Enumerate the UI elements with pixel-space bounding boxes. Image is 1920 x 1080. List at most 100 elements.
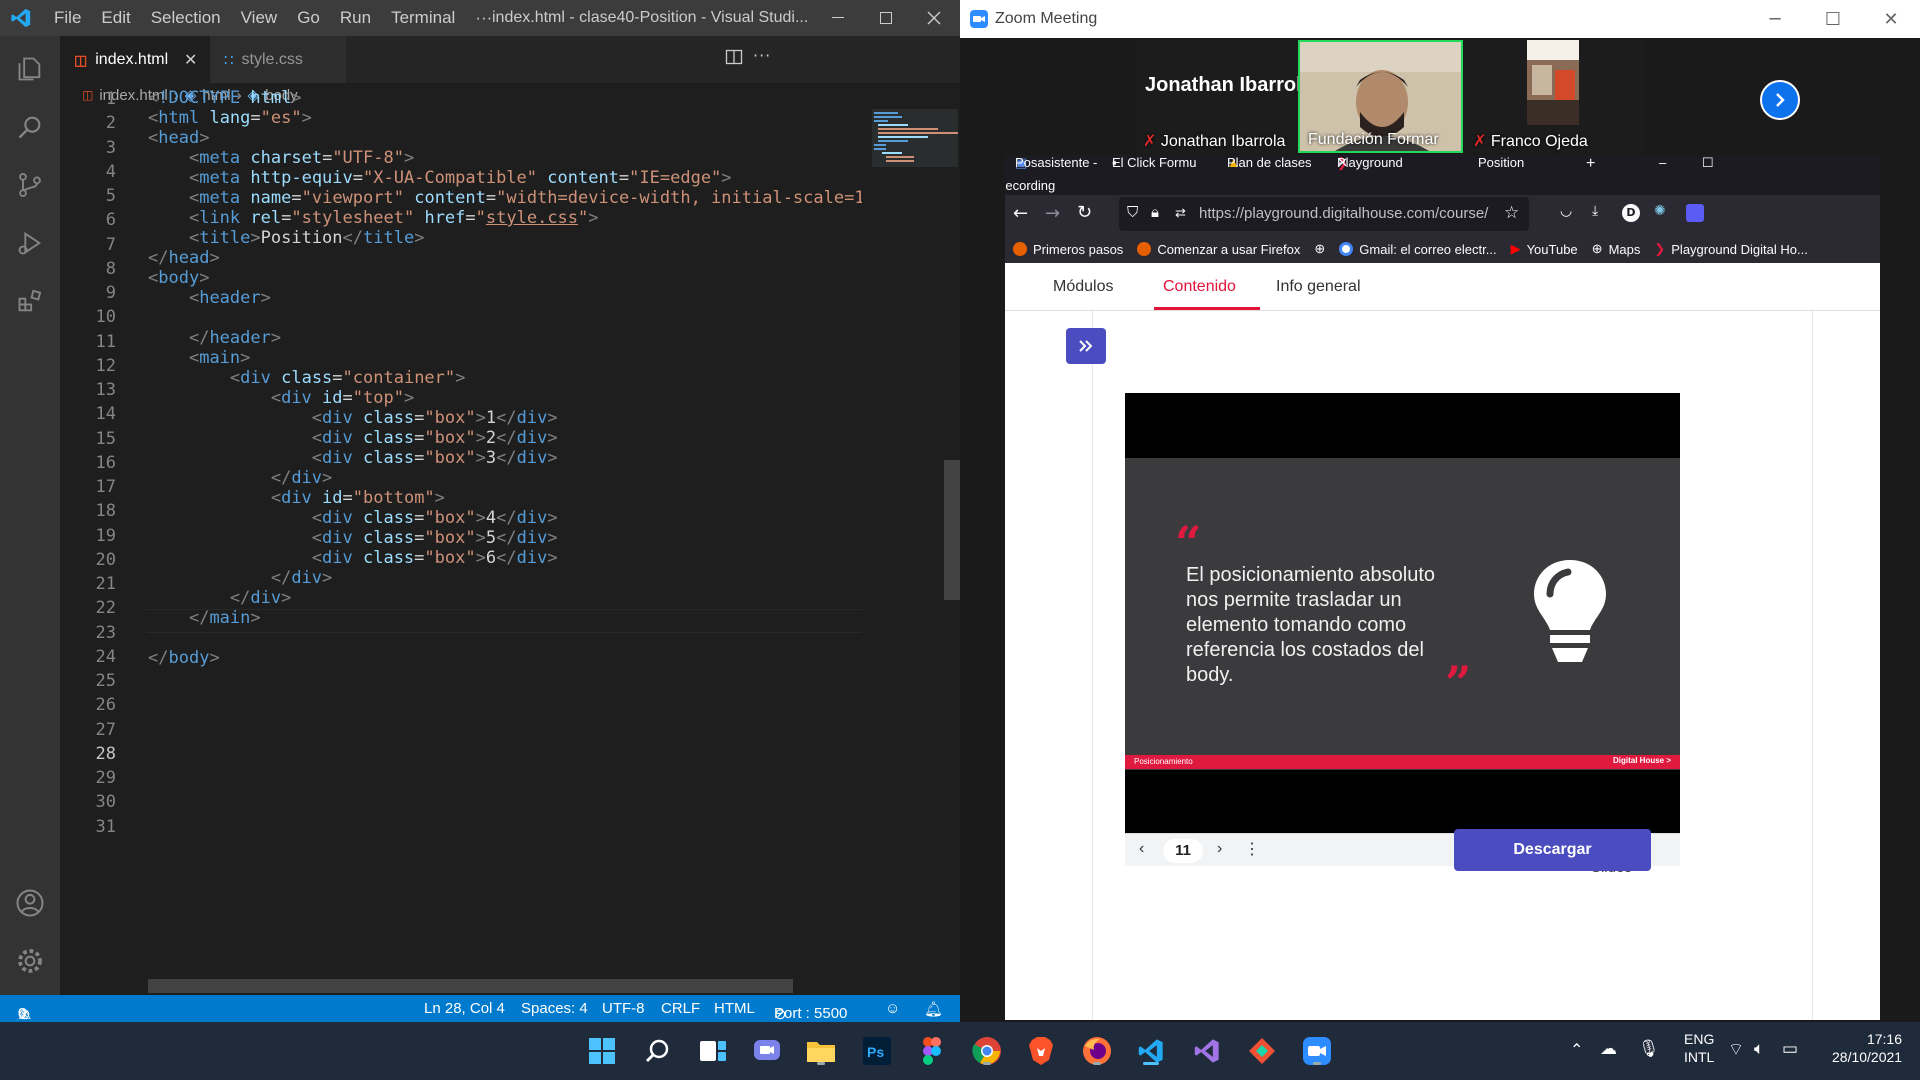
code-lines[interactable]: <!DOCTYPE html> <html lang="es"> <head> … <box>148 88 865 668</box>
zoom-close-button[interactable]: ✕ <box>1862 0 1920 38</box>
new-tab-button[interactable]: + <box>1586 155 1595 173</box>
vertical-scrollbar[interactable] <box>944 460 960 600</box>
url-bar[interactable]: ⛉ 🔒︎ ⇄ https://playground.digitalhouse.c… <box>1119 197 1529 231</box>
menu-selection[interactable]: Selection <box>141 8 231 28</box>
extension-icon[interactable] <box>1686 204 1704 222</box>
wifi-icon[interactable]: ⌔ <box>1728 1039 1744 1060</box>
browser-maximize-icon[interactable]: ☐ <box>1702 155 1714 171</box>
more-actions-icon[interactable]: ··· <box>753 46 771 65</box>
microphone-icon[interactable]: 🎙︎ <box>1638 1039 1660 1059</box>
accounts-icon[interactable] <box>0 874 60 932</box>
figma-icon[interactable] <box>915 1034 949 1068</box>
clock[interactable]: 17:16 28/10/2021 <box>1832 1030 1902 1066</box>
speaker-icon[interactable]: 🔈︎ <box>1754 1039 1764 1059</box>
teams-chat-icon[interactable] <box>750 1034 784 1068</box>
forward-arrow-icon[interactable]: → <box>1045 203 1060 224</box>
zoom-taskbar-icon[interactable] <box>1300 1034 1334 1068</box>
bookmark-item[interactable]: ▶ YouTube <box>1511 241 1578 257</box>
vscode-icon[interactable] <box>1134 1034 1168 1068</box>
show-hidden-icons-icon[interactable]: ⌃ <box>1570 1040 1583 1060</box>
tab-modulos[interactable]: Módulos <box>1053 278 1113 296</box>
download-icon[interactable]: ⤓ <box>1592 203 1598 219</box>
participant-tile[interactable]: Jonathan Ibarrola ✗ Jonathan Ibarrola <box>1135 40 1313 153</box>
participant-tile[interactable]: ✗ Franco Ojeda <box>1465 40 1645 153</box>
task-view-icon[interactable] <box>696 1034 730 1068</box>
bookmark-item[interactable]: Gmail: el correo electr... <box>1339 242 1497 257</box>
bookmark-item[interactable]: Comenzar a usar Firefox <box>1137 242 1300 257</box>
permissions-icon[interactable]: ⇄ <box>1175 205 1186 221</box>
run-debug-icon[interactable] <box>0 214 60 272</box>
gallery-next-button[interactable] <box>1760 80 1800 120</box>
account-avatar[interactable]: D <box>1622 204 1640 222</box>
visual-studio-icon[interactable] <box>1190 1034 1224 1068</box>
next-slide-icon[interactable]: › <box>1217 840 1222 858</box>
bookmark-item[interactable]: ❯ Playground Digital Ho... <box>1654 241 1807 257</box>
onedrive-cloud-icon[interactable]: ☁ <box>1600 1039 1617 1059</box>
chrome-icon[interactable] <box>970 1034 1004 1068</box>
search-icon[interactable] <box>0 98 60 156</box>
tab-style-css[interactable]: ∷ style.css <box>210 36 346 83</box>
back-arrow-icon[interactable]: ← <box>1013 203 1028 224</box>
activity-bar <box>0 36 60 1022</box>
cursor-position[interactable]: Ln 28, Col 4 <box>424 1000 505 1017</box>
language-indicator[interactable]: ENG INTL <box>1684 1030 1714 1066</box>
firefox-icon[interactable] <box>1080 1034 1114 1068</box>
tab-contenido[interactable]: Contenido <box>1163 278 1236 296</box>
minimize-button[interactable] <box>814 0 862 36</box>
photoshop-icon[interactable]: Ps <box>860 1034 894 1068</box>
encoding[interactable]: UTF-8 <box>602 1000 645 1017</box>
menu-terminal[interactable]: Terminal <box>381 8 465 28</box>
bookmark-item[interactable]: Primeros pasos <box>1013 242 1123 257</box>
browser-minimize-icon[interactable]: – <box>1659 155 1666 170</box>
explorer-icon[interactable] <box>0 40 60 98</box>
indentation[interactable]: Spaces: 4 <box>521 1000 588 1017</box>
bookmark-item[interactable]: ⊕ Maps <box>1592 241 1641 257</box>
zoom-maximize-button[interactable]: ☐ <box>1804 0 1862 38</box>
close-button[interactable] <box>910 0 958 36</box>
browser-tab[interactable]: Position <box>1478 155 1524 170</box>
brave-icon[interactable] <box>1024 1034 1058 1068</box>
download-button[interactable]: Descargar <box>1454 829 1651 871</box>
more-options-icon[interactable]: ⋮ <box>1244 839 1260 859</box>
tab-info-general[interactable]: Info general <box>1276 278 1361 296</box>
battery-icon[interactable]: ▭ <box>1782 1039 1798 1059</box>
shield-icon[interactable]: ⛉ <box>1127 204 1138 221</box>
horizontal-scrollbar[interactable] <box>148 979 793 993</box>
feedback-icon[interactable]: ☺ <box>885 1000 900 1017</box>
menu-file[interactable]: File <box>44 8 91 28</box>
maximize-button[interactable] <box>862 0 910 36</box>
tab-close-icon[interactable]: ✕ <box>184 50 197 69</box>
notifications-bell-icon[interactable]: 🔔︎ <box>924 1000 943 1018</box>
menu-run[interactable]: Run <box>330 8 381 28</box>
tab-close-icon[interactable]: ✕ <box>1337 155 1348 171</box>
file-explorer-icon[interactable] <box>804 1034 838 1068</box>
participant-tile-active-speaker[interactable]: Fundación Formar <box>1298 40 1463 153</box>
extension-icon[interactable]: ✺ <box>1654 203 1666 219</box>
slide-page-number[interactable]: 11 <box>1163 839 1203 863</box>
globe-icon[interactable]: ⊕ <box>1314 241 1325 257</box>
code-editor[interactable]: 1 2 3 4 5 6 7 8 9 10 11 12 13 14 15 16 17 18 19 20 21 22 23 24 2… <box>60 88 921 977</box>
taskbar-search-icon[interactable] <box>640 1034 674 1068</box>
pocket-icon[interactable]: ◡ <box>1560 203 1572 219</box>
split-editor-icon[interactable] <box>725 48 743 66</box>
menu-edit[interactable]: Edit <box>91 8 140 28</box>
source-control-icon[interactable] <box>0 156 60 214</box>
menu-go[interactable]: Go <box>287 8 330 28</box>
lock-icon[interactable]: 🔒︎ <box>1151 204 1159 221</box>
menu-view[interactable]: View <box>231 8 288 28</box>
zoom-minimize-button[interactable]: ─ <box>1746 0 1804 38</box>
slides-embed[interactable]: “ El posicionamiento absoluto nos permit… <box>1125 393 1680 876</box>
gitkraken-icon[interactable] <box>1245 1034 1279 1068</box>
reload-icon[interactable]: ↻ <box>1077 202 1092 223</box>
bookmark-star-icon[interactable]: ☆ <box>1504 203 1519 223</box>
start-button[interactable] <box>585 1034 619 1068</box>
line-number: 31 <box>95 816 116 837</box>
language-mode[interactable]: HTML <box>714 1000 755 1017</box>
line-ending[interactable]: CRLF <box>661 1000 700 1017</box>
status-bar: ⊗ 0 ⚠ 0 Ln 28, Col 4 Spaces: 4 UTF-8 CRL… <box>0 995 960 1022</box>
expand-sidebar-button[interactable] <box>1066 328 1106 364</box>
settings-gear-icon[interactable] <box>0 932 60 990</box>
line-number: 4 <box>105 161 116 182</box>
extensions-icon[interactable] <box>0 272 60 330</box>
previous-slide-icon[interactable]: ‹ <box>1139 840 1144 858</box>
